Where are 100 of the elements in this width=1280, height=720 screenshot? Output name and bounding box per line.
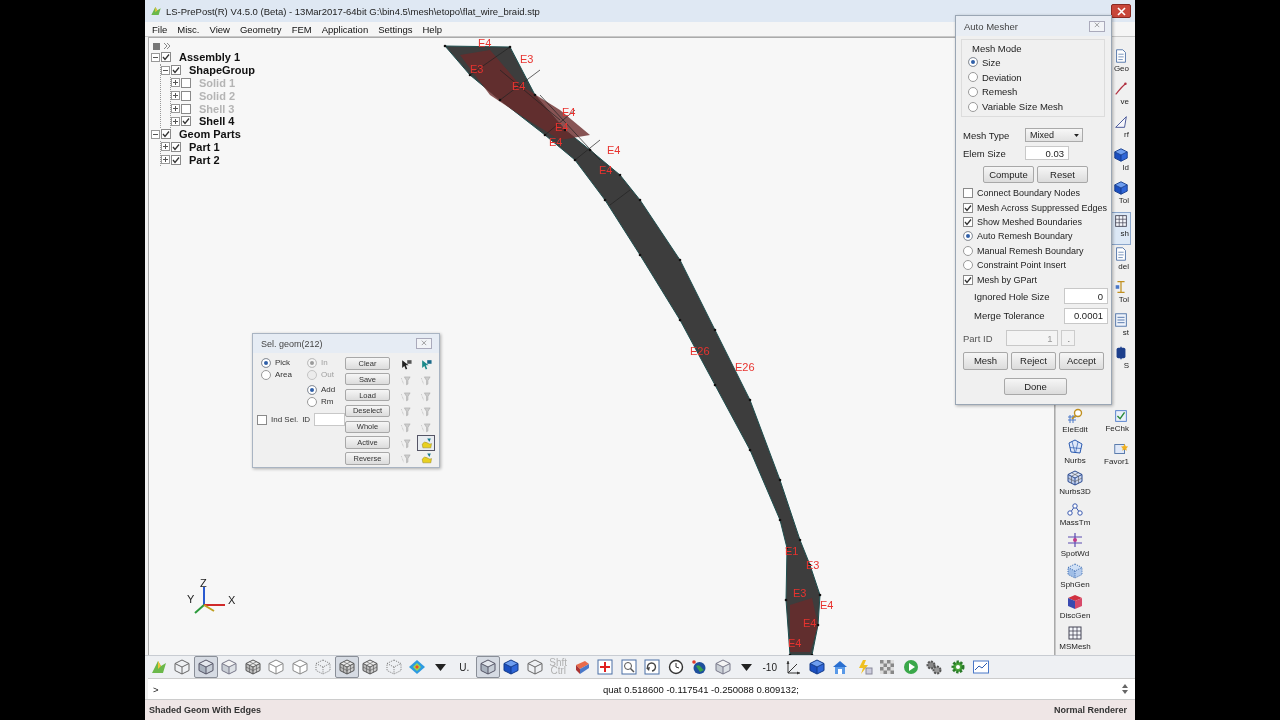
toolbar-button[interactable]: MSMesh — [1057, 623, 1093, 654]
radio-label[interactable]: Auto Remesh Boundary — [977, 231, 1073, 242]
radio-button[interactable] — [963, 260, 973, 271]
tree-item[interactable]: ShapeGroup — [186, 64, 255, 77]
dialog-button[interactable]: Accept — [1059, 351, 1104, 370]
tree-item[interactable]: Shell 4 — [196, 115, 235, 128]
solid-cube-icon — [1113, 147, 1129, 163]
checkbox[interactable]: Connect Boundary Nodes — [963, 186, 1081, 201]
filter-icon — [399, 452, 413, 466]
toolbar-button[interactable]: DiscGen — [1057, 592, 1093, 623]
collapse-icon[interactable] — [161, 65, 170, 75]
checkmark-icon — [182, 117, 190, 126]
mesh-label: E4 — [599, 165, 613, 176]
radio-button[interactable] — [968, 57, 978, 68]
toolbar-button[interactable]: -10 — [758, 656, 782, 678]
tree-item[interactable]: Part 2 — [186, 153, 220, 166]
expand-icon[interactable] — [171, 116, 180, 126]
radio-button[interactable] — [307, 396, 317, 407]
toolbar-button[interactable]: rf — [1111, 113, 1131, 146]
toolbar-button[interactable]: SphGen — [1058, 561, 1092, 592]
toolbar-button[interactable]: MassTm — [1057, 499, 1093, 530]
spot-weld-icon — [1066, 531, 1084, 549]
radio-button[interactable] — [968, 86, 978, 97]
toolbar-button[interactable]: U. — [452, 656, 476, 678]
menu-item[interactable]: Misc. — [172, 23, 205, 35]
radio-label[interactable]: Rm — [321, 397, 334, 406]
collapse-icon[interactable] — [151, 52, 160, 62]
dialog-button[interactable]: Reset — [1037, 166, 1088, 183]
input-field[interactable]: 0 — [1064, 288, 1108, 305]
expand-icon[interactable] — [161, 155, 170, 165]
menu-item[interactable]: Help — [417, 23, 448, 35]
toolbar-button[interactable]: Favor1 — [1102, 440, 1131, 473]
tree-item[interactable]: Part 1 — [186, 140, 220, 153]
toolbar-button[interactable]: Geo — [1111, 47, 1131, 80]
mesh-type-dropdown[interactable]: Mixed — [1025, 128, 1083, 142]
radio-button[interactable] — [963, 245, 973, 256]
done-button[interactable]: Done — [1004, 377, 1067, 395]
checkbox[interactable]: Mesh Across Suppressed Edges — [963, 200, 1108, 215]
toolbar-button[interactable]: del — [1111, 245, 1131, 278]
radio-button[interactable] — [963, 231, 973, 242]
id-field[interactable] — [314, 413, 345, 426]
dialog-button[interactable]: Compute — [983, 166, 1034, 183]
radio-label[interactable]: Pick — [275, 358, 291, 367]
toolbar-button[interactable]: Nurbs3D — [1057, 468, 1093, 499]
scroll-arrows-icon[interactable] — [1121, 683, 1129, 695]
toolbar-button[interactable]: Tol — [1111, 278, 1131, 311]
expand-icon[interactable] — [171, 78, 180, 88]
radio-label[interactable]: Deviation — [982, 71, 1022, 83]
toolbar-button[interactable]: st — [1111, 311, 1131, 344]
radio-label[interactable]: Constraint Point Insert — [977, 260, 1067, 271]
checkbox[interactable]: Show Meshed Boundaries — [963, 214, 1083, 230]
double-chevron-icon[interactable] — [163, 42, 171, 50]
particle-cube-icon — [1066, 562, 1084, 580]
radio-button[interactable] — [261, 357, 271, 368]
close-button[interactable] — [1111, 4, 1131, 18]
menu-item[interactable]: Application — [316, 23, 374, 35]
dialog-button[interactable]: Mesh — [963, 351, 1008, 370]
checkbox[interactable]: Ind Sel. — [257, 414, 299, 425]
collapse-icon[interactable] — [151, 129, 160, 139]
toolbar-button[interactable]: Nurbs — [1062, 437, 1088, 468]
filter-icon — [399, 374, 413, 388]
toolbar-button[interactable]: sh — [1111, 212, 1131, 245]
field-label: Merge Tolerance — [974, 310, 1046, 322]
menu-item[interactable]: Settings — [373, 23, 418, 35]
radio-button[interactable] — [307, 384, 317, 395]
tree-item[interactable]: Assembly 1 — [176, 51, 241, 64]
tree-item[interactable]: Geom Parts — [176, 128, 241, 141]
list-icon — [1113, 312, 1129, 328]
toolbar-button[interactable]: FeChk — [1103, 407, 1131, 440]
dialog-button[interactable]: Reject — [1011, 351, 1056, 370]
elem-size-field[interactable]: 0.03 — [1025, 146, 1069, 160]
radio-button[interactable] — [261, 369, 271, 380]
status-text: Shaded Geom With Edges — [149, 705, 261, 715]
expand-icon[interactable] — [171, 104, 180, 114]
checkbox[interactable]: Mesh by GPart — [963, 272, 1038, 287]
expand-icon[interactable] — [171, 91, 180, 101]
radio-button[interactable] — [968, 72, 978, 83]
checkmark-icon — [964, 275, 972, 284]
radio-label[interactable]: Remesh — [982, 86, 1018, 98]
radio-label[interactable]: Area — [275, 370, 292, 379]
menu-item[interactable]: File — [147, 23, 173, 35]
radio-label[interactable]: Add — [321, 385, 336, 394]
input-field[interactable]: 0.0001 — [1064, 308, 1108, 324]
mesh-label: E4 — [562, 107, 576, 118]
radio-button[interactable] — [968, 101, 978, 112]
radio-label[interactable]: Size — [982, 56, 1001, 68]
caret-icon — [1074, 133, 1079, 137]
toolbar-button[interactable]: EleEdit — [1060, 406, 1090, 437]
menu-item[interactable]: Geometry — [234, 23, 287, 35]
menu-item[interactable]: View — [204, 23, 235, 35]
radio-label[interactable]: Variable Size Mesh — [982, 101, 1064, 113]
expand-icon[interactable] — [161, 142, 170, 152]
dialog-title: Auto Mesher — [964, 20, 1018, 32]
square-icon[interactable] — [153, 42, 160, 50]
radio-label[interactable]: Manual Remesh Boundary — [977, 245, 1084, 256]
field-label: Ignored Hole Size — [974, 291, 1051, 302]
tool-button[interactable] — [417, 435, 435, 452]
menu-item[interactable]: FEM — [286, 23, 317, 35]
shaded-cube-icon — [196, 658, 215, 676]
toolbar-button[interactable]: SpotWd — [1058, 530, 1092, 561]
